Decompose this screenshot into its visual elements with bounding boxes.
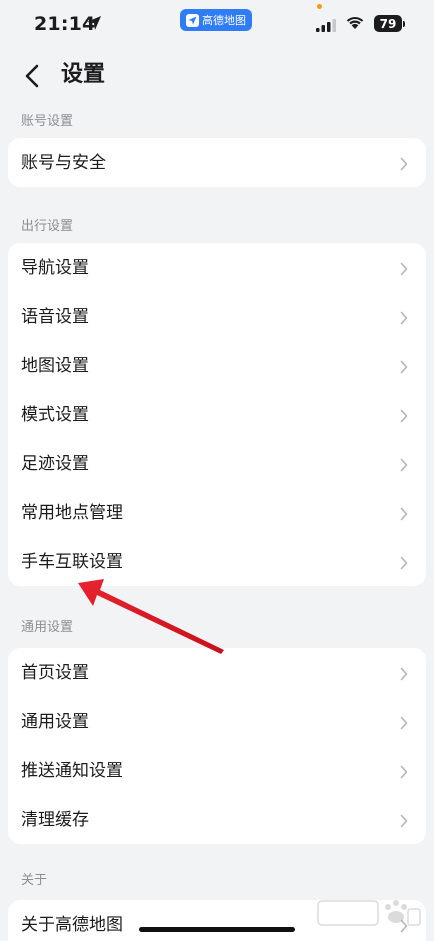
row-label: 模式设置 xyxy=(21,404,89,425)
section-header-about: 关于 xyxy=(21,873,48,888)
chevron-right-icon xyxy=(400,359,408,373)
privacy-indicator-dot xyxy=(317,4,322,9)
nav-bar: 设置 xyxy=(0,50,434,102)
row-label: 清理缓存 xyxy=(21,809,89,830)
row-push-notification-settings[interactable]: 推送通知设置 xyxy=(8,746,426,795)
battery-nub xyxy=(403,21,405,27)
chevron-right-icon xyxy=(400,408,408,422)
row-label: 常用地点管理 xyxy=(21,502,123,523)
row-label: 导航设置 xyxy=(21,257,89,278)
page-title: 设置 xyxy=(61,62,106,87)
battery-indicator: 79 xyxy=(374,15,402,32)
baidu-watermark-icon xyxy=(316,895,422,933)
home-indicator xyxy=(139,927,295,932)
card-travel: 导航设置 语音设置 地图设置 模式设置 足迹设置 常用地点管理 手车互联设置 xyxy=(8,243,426,586)
row-frequent-places[interactable]: 常用地点管理 xyxy=(8,488,426,537)
card-account: 账号与安全 xyxy=(8,138,426,187)
row-label: 地图设置 xyxy=(21,355,89,376)
card-general: 首页设置 通用设置 推送通知设置 清理缓存 xyxy=(8,648,426,844)
chevron-right-icon xyxy=(400,506,408,520)
row-mode-settings[interactable]: 模式设置 xyxy=(8,390,426,439)
section-header-general: 通用设置 xyxy=(21,620,74,635)
row-navigation-settings[interactable]: 导航设置 xyxy=(8,243,426,292)
signal-icon xyxy=(316,17,336,36)
row-general-settings[interactable]: 通用设置 xyxy=(8,697,426,746)
row-account-security[interactable]: 账号与安全 xyxy=(8,138,426,187)
row-label: 通用设置 xyxy=(21,711,89,732)
row-label: 账号与安全 xyxy=(21,152,106,173)
row-label: 关于高德地图 xyxy=(21,914,123,935)
chevron-right-icon xyxy=(400,715,408,729)
chevron-right-icon xyxy=(400,813,408,827)
wifi-icon xyxy=(345,15,365,34)
row-label: 语音设置 xyxy=(21,306,89,327)
row-clear-cache[interactable]: 清理缓存 xyxy=(8,795,426,844)
battery-level: 79 xyxy=(379,16,397,31)
section-header-account: 账号设置 xyxy=(21,114,74,129)
chevron-right-icon xyxy=(400,555,408,569)
row-label: 推送通知设置 xyxy=(21,760,123,781)
row-voice-settings[interactable]: 语音设置 xyxy=(8,292,426,341)
status-bar: 21:14 高德地图 79 xyxy=(0,0,434,50)
app-pill[interactable]: 高德地图 xyxy=(180,9,252,31)
row-phone-car-link[interactable]: 手车互联设置 xyxy=(8,537,426,586)
gaode-logo-icon xyxy=(186,13,199,27)
chevron-right-icon xyxy=(400,764,408,778)
chevron-right-icon xyxy=(400,666,408,680)
location-arrow-icon xyxy=(86,15,102,35)
row-home-settings[interactable]: 首页设置 xyxy=(8,648,426,697)
chevron-right-icon xyxy=(400,261,408,275)
row-label: 足迹设置 xyxy=(21,453,89,474)
chevron-right-icon xyxy=(400,457,408,471)
chevron-right-icon xyxy=(400,156,408,170)
row-label: 首页设置 xyxy=(21,662,89,683)
row-label: 手车互联设置 xyxy=(21,551,123,572)
row-footprint-settings[interactable]: 足迹设置 xyxy=(8,439,426,488)
back-icon[interactable] xyxy=(20,62,46,90)
chevron-right-icon xyxy=(400,310,408,324)
app-pill-label: 高德地图 xyxy=(202,14,246,27)
section-header-travel: 出行设置 xyxy=(21,219,74,234)
row-map-settings[interactable]: 地图设置 xyxy=(8,341,426,390)
